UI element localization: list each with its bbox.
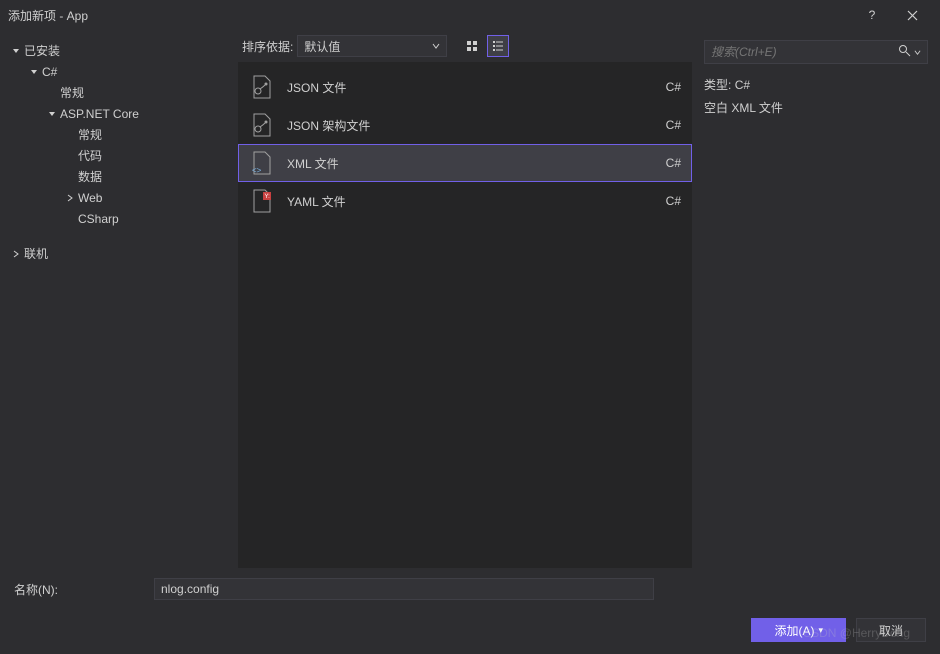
sort-dropdown[interactable]: 默认值 [297,35,447,57]
spacer [64,129,76,141]
spacer [46,87,58,99]
chevron-right-icon [64,192,76,204]
add-button[interactable]: 添加(A) ▾ [751,618,846,642]
name-input[interactable] [154,578,654,600]
detail-description: 空白 XML 文件 [704,99,928,116]
tree-item-label: 已安装 [24,42,60,59]
tree-item-label: C# [42,65,57,79]
tree-item[interactable]: 数据 [4,166,234,187]
tree-item-label: CSharp [78,212,119,226]
close-button[interactable] [892,1,932,29]
chevron-down-icon [914,45,921,59]
search-icon [898,44,911,60]
details-panel: 类型: C# 空白 XML 文件 [692,30,940,568]
sort-value: 默认值 [304,38,340,55]
template-item-language: C# [641,80,681,94]
tree-item[interactable]: C# [4,61,234,82]
sort-label: 排序依据: [242,38,293,55]
category-tree: 已安装C#常规ASP.NET Core常规代码数据WebCSharp联机 [0,30,238,568]
template-item-language: C# [641,118,681,132]
chevron-down-icon [46,108,58,120]
json-file-icon [249,73,273,101]
svg-text:Y:: Y: [265,194,271,200]
template-item[interactable]: <> XML 文件C# [238,144,692,182]
cancel-button[interactable]: 取消 [856,618,926,642]
template-item[interactable]: JSON 架构文件C# [238,106,692,144]
chevron-down-icon [10,45,22,57]
template-list: JSON 文件C#JSON 架构文件C#<>XML 文件C#Y:YAML 文件C… [238,62,692,568]
tree-item[interactable]: 常规 [4,82,234,103]
template-item[interactable]: Y: YAML 文件C# [238,182,692,220]
template-item-label: JSON 文件 [287,79,641,96]
titlebar: 添加新项 - App ? [0,0,940,30]
tree-item-label: 常规 [60,84,84,101]
chevron-down-icon [432,39,440,53]
window-title: 添加新项 - App [8,7,88,24]
template-item-label: JSON 架构文件 [287,117,641,134]
chevron-right-icon [10,248,22,260]
chevron-down-icon [28,66,40,78]
tree-item-label: 联机 [24,245,48,262]
json-file-icon [249,111,273,139]
toolbar: 排序依据: 默认值 [238,30,692,62]
footer: 名称(N): 添加(A) ▾ 取消 [0,568,940,654]
template-item-label: YAML 文件 [287,193,641,210]
template-item[interactable]: JSON 文件C# [238,68,692,106]
tree-item[interactable]: 已安装 [4,40,234,61]
spacer [64,171,76,183]
tree-item-label: 常规 [78,126,102,143]
help-button[interactable]: ? [852,1,892,29]
search-input[interactable] [711,45,898,59]
tree-item[interactable]: ASP.NET Core [4,103,234,124]
yaml-file-icon: Y: [249,187,273,215]
tree-item-label: 代码 [78,147,102,164]
template-item-language: C# [641,194,681,208]
search-box[interactable] [704,40,928,64]
name-label: 名称(N): [14,581,154,598]
template-item-language: C# [641,156,681,170]
spacer [64,213,76,225]
detail-type: 类型: C# [704,76,928,93]
xml-file-icon: <> [249,149,273,177]
svg-text:<>: <> [252,166,262,175]
tree-item-label: 数据 [78,168,102,185]
spacer [64,150,76,162]
view-grid-button[interactable] [461,35,483,57]
tree-item[interactable]: Web [4,187,234,208]
view-list-button[interactable] [487,35,509,57]
tree-item-label: ASP.NET Core [60,107,139,121]
template-item-label: XML 文件 [287,155,641,172]
tree-item[interactable]: CSharp [4,208,234,229]
tree-item[interactable]: 联机 [4,243,234,264]
tree-item[interactable]: 常规 [4,124,234,145]
tree-item-label: Web [78,191,102,205]
tree-item[interactable]: 代码 [4,145,234,166]
